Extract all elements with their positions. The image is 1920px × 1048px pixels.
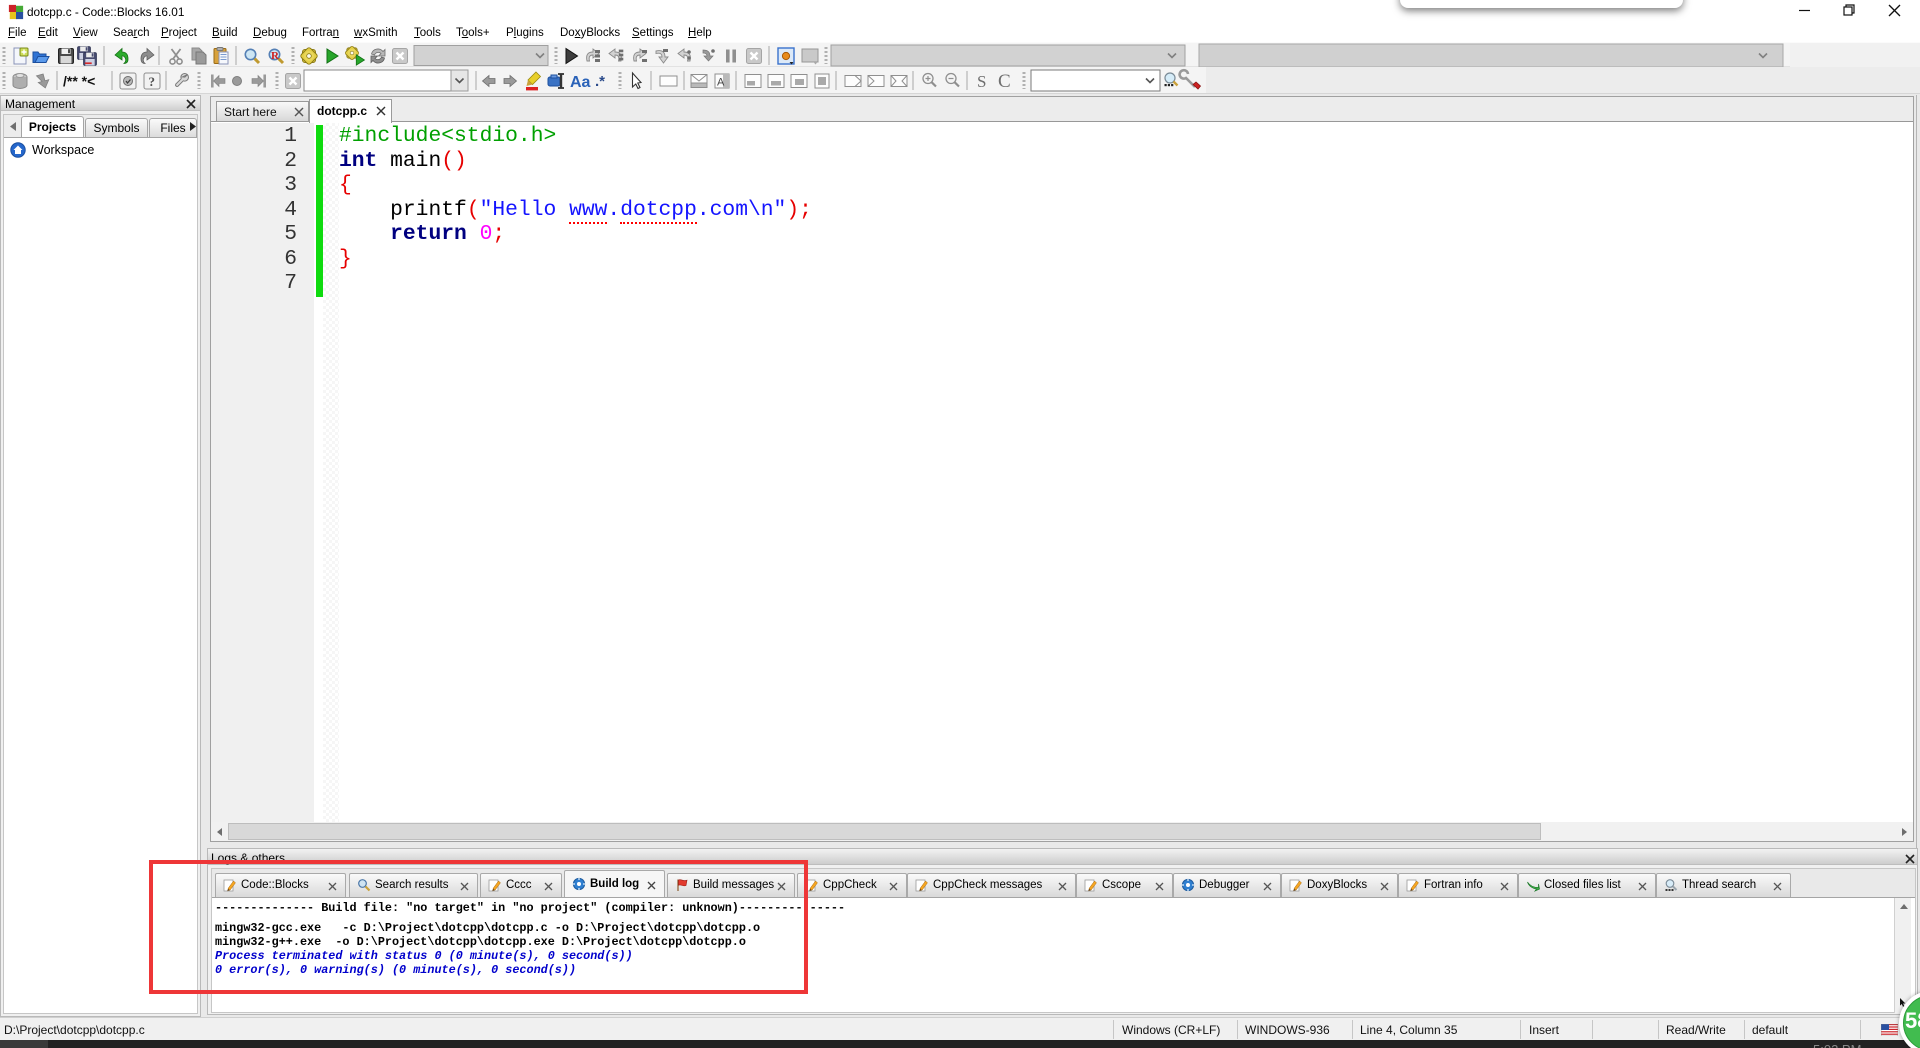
svg-text:.*: .* [595,73,605,90]
svg-text:S: S [977,72,986,91]
svg-text:?: ? [149,74,156,89]
svg-text:C: C [998,71,1011,92]
svg-text:A: A [717,77,725,89]
svg-text:/** *<: /** *< [63,73,95,89]
svg-text:Aa: Aa [570,74,591,91]
svg-text:R: R [271,50,280,62]
